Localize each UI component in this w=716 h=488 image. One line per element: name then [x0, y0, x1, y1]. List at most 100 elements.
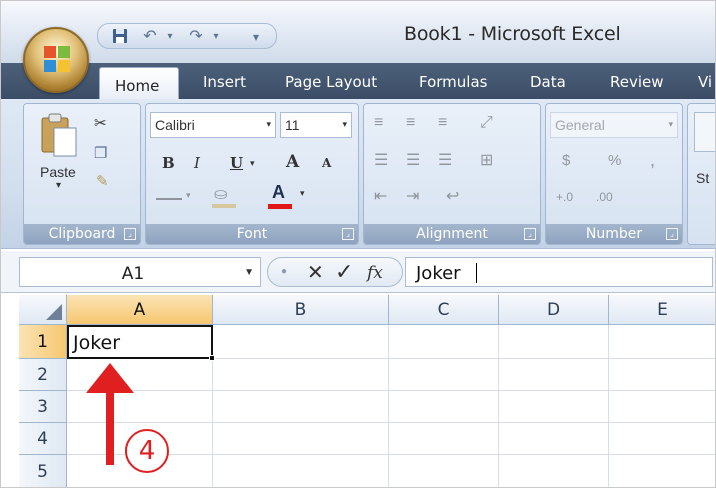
insert-function-icon[interactable]: fx [367, 263, 383, 283]
column-header-d[interactable]: D [499, 295, 609, 325]
increase-decimal-button[interactable]: +.0 [556, 190, 573, 204]
row-header-2[interactable]: 2 [19, 359, 67, 391]
shrink-font-button[interactable]: A [322, 156, 331, 170]
cell-d2[interactable] [499, 359, 609, 391]
tab-home[interactable]: Home [99, 67, 179, 100]
row-header-1[interactable]: 1 [19, 325, 67, 359]
percent-button[interactable]: % [608, 152, 621, 169]
tab-view[interactable]: Vi [698, 73, 712, 91]
copy-icon[interactable]: ❐ [94, 144, 107, 162]
currency-button[interactable]: $ [562, 152, 570, 169]
format-painter-icon[interactable]: ✎ [96, 172, 109, 190]
underline-dropdown-icon[interactable]: ▾ [250, 158, 255, 169]
column-header-a[interactable]: A [67, 295, 213, 325]
cell-e4[interactable] [609, 423, 715, 455]
borders-button[interactable]: ▾ [156, 188, 196, 210]
redo-icon[interactable]: ↷ [186, 27, 206, 47]
comma-button[interactable]: , [650, 150, 655, 171]
cell-d3[interactable] [499, 391, 609, 423]
paste-dropdown-icon: ▾ [56, 180, 62, 191]
font-color-label: A [272, 182, 285, 202]
tab-insert[interactable]: Insert [203, 73, 246, 91]
font-size-select[interactable]: 11 ▾ [280, 112, 352, 138]
number-dialog-launcher-icon[interactable]: ⌟ [666, 228, 678, 240]
font-group-label: Font [146, 224, 358, 244]
cell-b3[interactable] [213, 391, 389, 423]
cell-c1[interactable] [389, 325, 499, 359]
grow-font-button[interactable]: A [286, 152, 299, 172]
tab-home-label: Home [115, 77, 160, 95]
number-group-label: Number [546, 224, 682, 244]
redo-dropdown-icon[interactable]: ▾ [206, 27, 226, 47]
font-dialog-launcher-icon[interactable]: ⌟ [342, 228, 354, 240]
italic-button[interactable]: I [194, 154, 200, 172]
fill-color-button[interactable]: ⛀ [210, 184, 260, 210]
cell-d1[interactable] [499, 325, 609, 359]
cell-d4[interactable] [499, 423, 609, 455]
undo-icon[interactable]: ↶ [140, 27, 160, 47]
tab-review[interactable]: Review [610, 73, 664, 91]
number-format-select[interactable]: General ▾ [550, 112, 678, 138]
cell-e3[interactable] [609, 391, 715, 423]
cell-c2[interactable] [389, 359, 499, 391]
align-right-icon[interactable]: ☰ [438, 150, 452, 170]
font-color-bar [268, 204, 292, 209]
paste-icon [41, 113, 77, 157]
decrease-decimal-button[interactable]: .00 [596, 190, 613, 204]
row-header-3[interactable]: 3 [19, 391, 67, 423]
underline-button[interactable]: U [230, 154, 243, 172]
row-header-5[interactable]: 5 [19, 455, 67, 487]
tab-formulas[interactable]: Formulas [419, 73, 487, 91]
select-all-button[interactable] [19, 295, 67, 325]
tab-page-layout[interactable]: Page Layout [285, 73, 377, 91]
merge-center-icon[interactable]: ⊞ [480, 150, 493, 170]
save-icon[interactable] [110, 27, 130, 47]
align-middle-icon[interactable]: ≡ [406, 114, 415, 132]
column-header-b[interactable]: B [213, 295, 389, 325]
align-bottom-icon[interactable]: ≡ [438, 114, 447, 132]
alignment-dialog-launcher-icon[interactable]: ⌟ [524, 228, 536, 240]
increase-indent-icon[interactable]: ⇥ [406, 186, 419, 206]
cut-icon[interactable]: ✂ [94, 114, 107, 132]
cell-b2[interactable] [213, 359, 389, 391]
chevron-down-icon: ▾ [186, 190, 191, 200]
align-left-icon[interactable]: ☰ [374, 150, 388, 170]
cancel-icon[interactable]: ✕ [307, 260, 324, 285]
active-cell-a1[interactable]: Joker [67, 325, 215, 361]
cell-d5[interactable] [499, 455, 609, 487]
cell-b4[interactable] [213, 423, 389, 455]
row-header-4[interactable]: 4 [19, 423, 67, 455]
cell-c5[interactable] [389, 455, 499, 487]
cell-c3[interactable] [389, 391, 499, 423]
cell-a3[interactable] [67, 391, 213, 423]
styles-button[interactable] [694, 112, 715, 152]
cell-b1[interactable] [213, 325, 389, 359]
paste-label: Paste [40, 164, 76, 180]
clipboard-dialog-launcher-icon[interactable]: ⌟ [124, 228, 136, 240]
font-color-button[interactable]: A ▾ [264, 182, 314, 210]
wrap-text-icon[interactable]: ↩ [446, 186, 459, 206]
enter-icon[interactable]: ✓ [335, 259, 353, 285]
cell-e1[interactable] [609, 325, 715, 359]
number-label-text: Number [585, 226, 643, 242]
decrease-indent-icon[interactable]: ⇤ [374, 186, 387, 206]
cell-e5[interactable] [609, 455, 715, 487]
align-top-icon[interactable]: ≡ [374, 114, 383, 132]
fill-handle[interactable] [209, 355, 215, 361]
tab-data[interactable]: Data [530, 73, 566, 91]
orientation-icon[interactable]: ⤢ [480, 114, 493, 132]
align-center-icon[interactable]: ☰ [406, 150, 420, 170]
bold-button[interactable]: B [162, 154, 175, 172]
paste-button[interactable]: Paste ▾ [34, 112, 84, 196]
column-header-e[interactable]: E [609, 295, 715, 325]
cell-e2[interactable] [609, 359, 715, 391]
undo-dropdown-icon[interactable]: ▾ [160, 27, 180, 47]
formula-input[interactable]: Joker [405, 257, 713, 287]
cell-c4[interactable] [389, 423, 499, 455]
name-box[interactable]: A1 ▼ [19, 257, 261, 287]
customize-qat-icon[interactable]: ▾ [246, 27, 266, 47]
office-button[interactable] [23, 27, 89, 93]
font-family-select[interactable]: Calibri ▾ [150, 112, 276, 138]
cell-b5[interactable] [213, 455, 389, 487]
column-header-c[interactable]: C [389, 295, 499, 325]
